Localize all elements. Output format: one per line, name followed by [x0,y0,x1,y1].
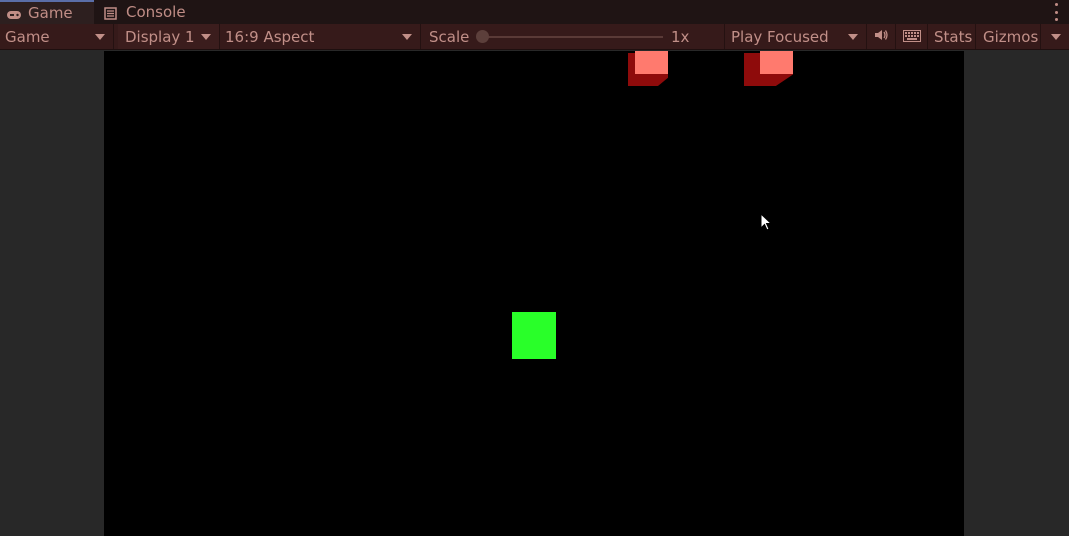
viewport-gutter-right [964,51,1069,536]
gizmos-button[interactable]: Gizmos [976,24,1041,49]
more-options-icon[interactable] [1053,3,1059,21]
scale-label: Scale [429,27,470,46]
display-label: Display 1 [125,27,195,46]
play-mode-dropdown[interactable]: Play Focused [725,24,867,49]
gamepad-icon [6,7,22,19]
tab-console[interactable]: Console [98,0,198,24]
enemy-cube [744,51,794,90]
tab-console-label: Console [126,3,186,21]
keyboard-icon [902,28,921,46]
console-icon [104,6,120,20]
gizmos-dropdown-button[interactable] [1041,24,1069,49]
scale-value: 1x [671,28,690,46]
scale-slider-thumb[interactable] [476,30,489,43]
chevron-down-icon [402,34,412,40]
aspect-label: 16:9 Aspect [225,27,315,46]
mouse-cursor-icon [760,212,774,233]
scale-slider-track[interactable] [483,36,663,38]
view-mode-dropdown[interactable]: Game [0,24,114,49]
view-mode-label: Game [5,27,50,46]
play-mode-label: Play Focused [731,27,829,46]
stats-button[interactable]: Stats [928,24,976,49]
player-square [512,312,556,359]
chevron-down-icon [1051,34,1061,40]
scale-control: Scale 1x [421,24,725,49]
speaker-icon [873,28,889,46]
display-dropdown[interactable]: Display 1 [118,24,220,49]
mute-audio-button[interactable] [867,24,896,49]
editor-tab-bar: Game Console [0,0,1069,24]
enemy-cube [628,51,668,90]
chevron-down-icon [848,34,858,40]
viewport-gutter-left [0,51,104,536]
gizmos-label: Gizmos [983,27,1039,46]
chevron-down-icon [201,34,211,40]
game-view-toolbar: Game Display 1 16:9 Aspect Scale 1x Play… [0,24,1069,50]
tab-game[interactable]: Game [0,0,94,24]
tab-game-label: Game [28,4,73,22]
keyboard-shortcuts-button[interactable] [896,24,928,49]
chevron-down-icon [95,34,105,40]
game-viewport[interactable] [104,51,964,536]
aspect-dropdown[interactable]: 16:9 Aspect [220,24,421,49]
stats-label: Stats [934,27,973,46]
